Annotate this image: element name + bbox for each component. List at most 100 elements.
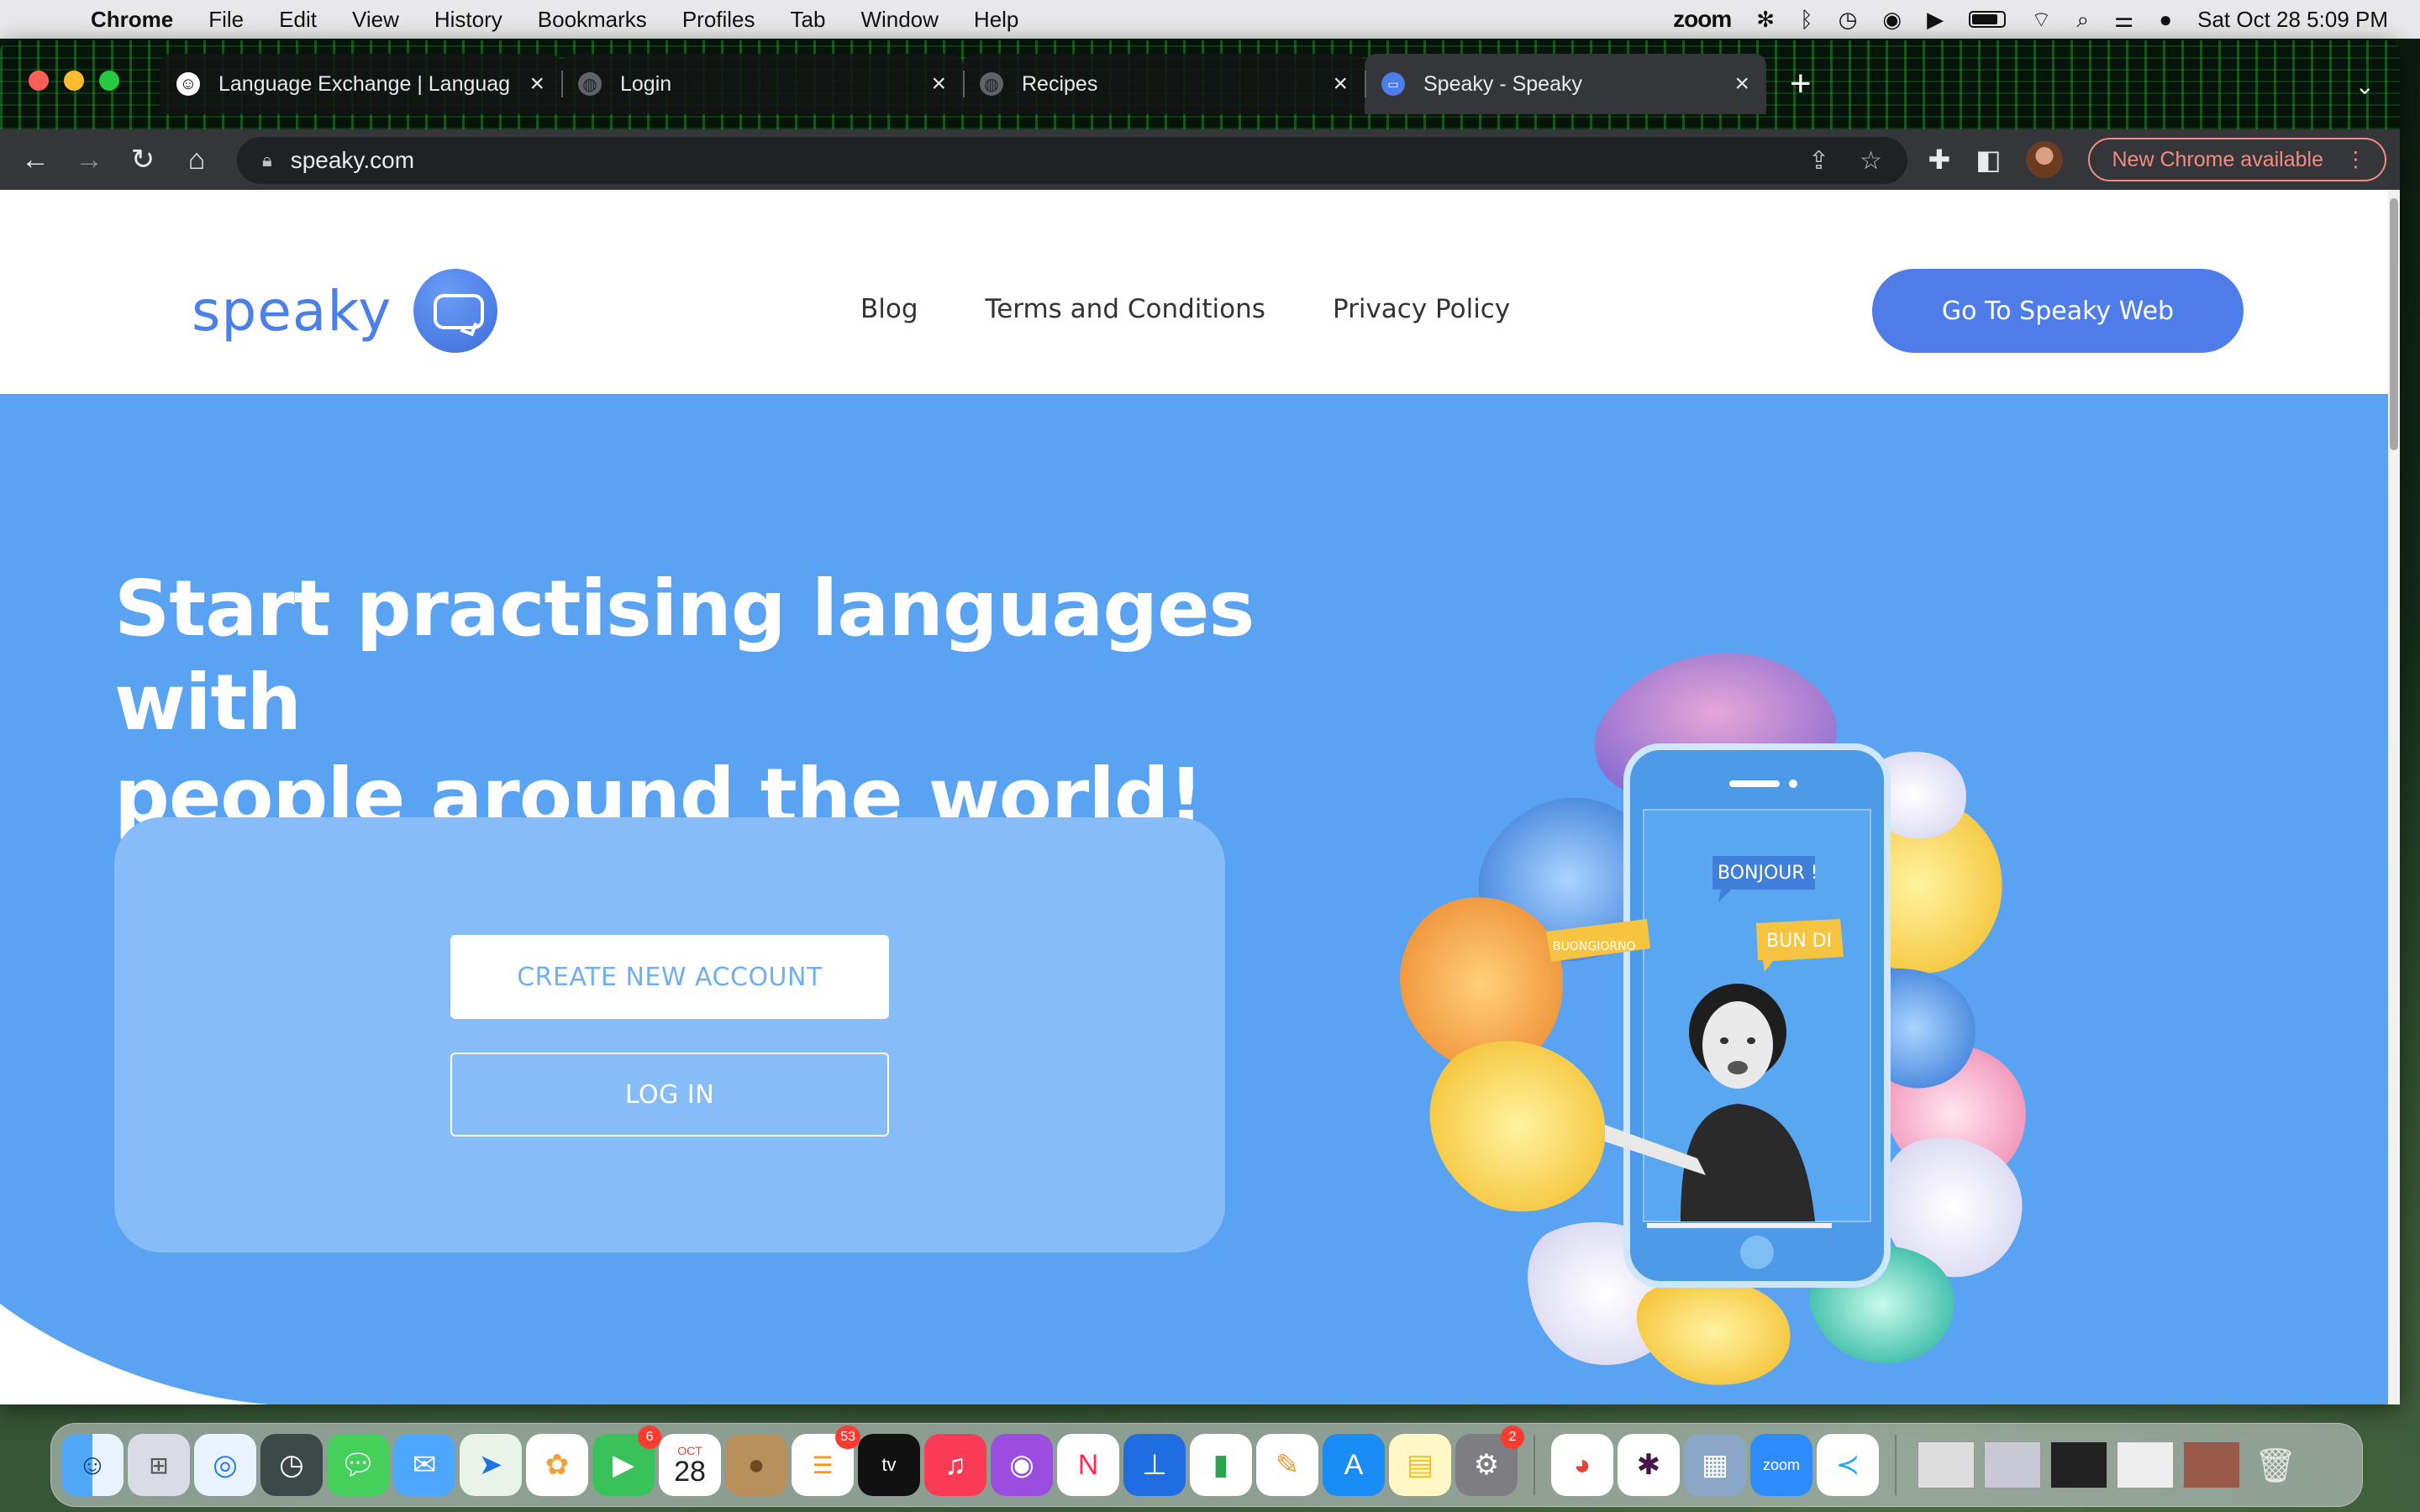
menu-tab[interactable]: Tab <box>791 7 826 33</box>
web-page: speaky Blog Terms and Conditions Privacy… <box>0 190 2388 1404</box>
kebab-menu-icon[interactable]: ⋮ <box>2345 147 2366 172</box>
control-center-icon[interactable]: ⚌ <box>2114 0 2133 39</box>
slack-icon[interactable]: ✱ <box>1618 1434 1680 1496</box>
nav-terms-link[interactable]: Terms and Conditions <box>986 294 1265 324</box>
menu-file[interactable]: File <box>208 7 244 33</box>
safari-compass-icon[interactable]: ◎ <box>194 1434 256 1496</box>
minimized-window-thumbnail[interactable] <box>2117 1441 2174 1488</box>
side-panel-icon[interactable]: ◧ <box>1975 144 2001 176</box>
browser-toolbar: ← → ↻ ⌂ 🔒︎ speaky.com ⇪ ☆ ✚ ◧ New Chrome… <box>0 129 2400 190</box>
battery-icon[interactable] <box>1969 11 2007 28</box>
contacts-icon[interactable]: ● <box>725 1434 787 1496</box>
menu-edit[interactable]: Edit <box>279 7 317 33</box>
close-icon[interactable]: × <box>529 70 544 98</box>
mail-icon[interactable]: ✉ <box>393 1434 455 1496</box>
smiley-icon: ☺ <box>176 72 200 96</box>
app-store-icon[interactable]: A <box>1323 1434 1385 1496</box>
pages-icon[interactable]: ✎ <box>1256 1434 1318 1496</box>
music-icon[interactable]: ♫ <box>924 1434 986 1496</box>
scrollbar-thumb[interactable] <box>2390 198 2398 450</box>
window-minimize-button[interactable] <box>64 71 84 91</box>
minimized-window-thumbnail[interactable] <box>2183 1441 2240 1488</box>
wifi-icon[interactable]: ⌔ <box>2031 0 2051 39</box>
update-chrome-button[interactable]: New Chrome available ⋮ <box>2088 138 2386 181</box>
close-icon[interactable]: × <box>1734 70 1749 98</box>
forward-arrow-icon[interactable]: → <box>62 144 116 176</box>
vscode-icon[interactable]: ≺ <box>1817 1434 1879 1496</box>
zoom-status-icon[interactable]: zoom <box>1673 0 1732 39</box>
menu-history[interactable]: History <box>434 7 502 33</box>
close-icon[interactable]: × <box>931 70 946 98</box>
photos-icon[interactable]: ✿ <box>526 1434 588 1496</box>
url-text[interactable]: speaky.com <box>291 147 1778 174</box>
window-zoom-button[interactable] <box>99 71 119 91</box>
create-account-button[interactable]: CREATE NEW ACCOUNT <box>450 935 889 1019</box>
share-icon[interactable]: ⇪ <box>1808 146 1829 176</box>
menu-bookmarks[interactable]: Bookmarks <box>538 7 647 33</box>
menu-app-name[interactable]: Chrome <box>91 7 173 33</box>
minimized-window-thumbnail[interactable] <box>1984 1441 2041 1488</box>
messages-icon[interactable]: 💬︎ <box>327 1434 389 1496</box>
nav-blog-link[interactable]: Blog <box>860 294 918 324</box>
menu-profiles[interactable]: Profiles <box>682 7 755 33</box>
profile-avatar[interactable] <box>2026 141 2064 178</box>
launchpad-icon[interactable]: ⊞ <box>128 1434 190 1496</box>
update-chip-label: New Chrome available <box>2112 147 2323 171</box>
zoom-app-icon[interactable]: zoom <box>1750 1434 1812 1496</box>
reload-icon[interactable]: ↻ <box>116 143 170 176</box>
new-tab-button[interactable]: + <box>1790 54 1812 114</box>
time-machine-dock-icon[interactable]: ◷ <box>260 1434 323 1496</box>
tab-recipes[interactable]: ◍ Recipes × <box>963 54 1365 114</box>
go-to-speaky-web-button[interactable]: Go To Speaky Web <box>1872 269 2244 353</box>
home-icon[interactable]: ⌂ <box>170 144 224 176</box>
numbers-icon[interactable]: ▮ <box>1190 1434 1252 1496</box>
tab-login[interactable]: ◍ Login × <box>561 54 963 114</box>
page-scrollbar[interactable] <box>2388 190 2400 1404</box>
menu-window[interactable]: Window <box>860 7 938 33</box>
system-settings-icon[interactable]: ⚙ 2 <box>1455 1425 1524 1496</box>
spotlight-search-icon[interactable]: ⌕ <box>2077 0 2090 39</box>
window-close-button[interactable] <box>29 71 49 91</box>
login-button[interactable]: LOG IN <box>450 1053 889 1137</box>
facetime-icon[interactable]: ▶ 6 <box>592 1425 661 1496</box>
menubar-clock[interactable]: Sat Oct 28 5:09 PM <box>2197 7 2388 33</box>
settings-badge: 2 <box>1501 1425 1524 1449</box>
close-icon[interactable]: × <box>1333 70 1348 98</box>
speaky-logo[interactable]: speaky <box>192 269 498 353</box>
user-account-icon[interactable]: ◉ <box>1882 0 1902 39</box>
keynote-icon[interactable]: ⊥ <box>1123 1434 1186 1496</box>
minimized-window-thumbnail[interactable] <box>1918 1441 1975 1488</box>
tab-language-exchange[interactable]: ☺ Language Exchange | Languag × <box>160 54 561 114</box>
asterisk-status-icon[interactable]: ✻ <box>1756 0 1775 39</box>
calendar-icon[interactable]: OCT 28 <box>659 1434 721 1496</box>
maps-icon[interactable]: ➤ <box>460 1434 522 1496</box>
finder-icon[interactable]: ☺ <box>61 1434 124 1496</box>
tab-speaky[interactable]: ▭ Speaky - Speaky × <box>1365 54 1766 114</box>
notes-icon[interactable]: ▤ <box>1389 1434 1451 1496</box>
lock-icon[interactable]: 🔒︎ <box>262 150 272 171</box>
time-machine-icon[interactable]: ◷ <box>1839 0 1858 39</box>
reminders-badge: 53 <box>835 1425 860 1449</box>
preview-icon[interactable]: ▦ <box>1684 1434 1746 1496</box>
siri-icon[interactable]: ● <box>2159 0 2172 39</box>
apple-tv-icon[interactable]: tv <box>858 1434 920 1496</box>
back-arrow-icon[interactable]: ← <box>8 144 62 176</box>
address-bar[interactable]: 🔒︎ speaky.com ⇪ ☆ <box>237 137 1907 184</box>
news-icon[interactable]: N <box>1057 1434 1119 1496</box>
reminders-icon[interactable]: ☰ 53 <box>792 1425 860 1496</box>
hero-section: Start practising languages with people a… <box>0 394 2388 1404</box>
podcasts-icon[interactable]: ◉ <box>991 1434 1053 1496</box>
minimized-window-thumbnail[interactable] <box>2050 1441 2107 1488</box>
bluetooth-icon[interactable]: ᛒ <box>1800 0 1813 39</box>
menu-view[interactable]: View <box>352 7 399 33</box>
trash-icon[interactable]: 🗑︎ <box>2244 1434 2307 1496</box>
play-status-icon[interactable]: ▶ <box>1927 0 1944 39</box>
tab-search-chevron-icon[interactable]: ⌄ <box>2355 72 2375 100</box>
bubble-bun-di: BUN DI <box>1766 931 1832 952</box>
menu-help[interactable]: Help <box>974 7 1018 33</box>
chat-bubble-logo-icon <box>413 269 498 353</box>
bookmark-star-icon[interactable]: ☆ <box>1860 146 1882 176</box>
nav-privacy-link[interactable]: Privacy Policy <box>1333 294 1510 324</box>
extensions-puzzle-icon[interactable]: ✚ <box>1928 144 1950 176</box>
chrome-icon[interactable]: ◕ <box>1551 1434 1613 1496</box>
